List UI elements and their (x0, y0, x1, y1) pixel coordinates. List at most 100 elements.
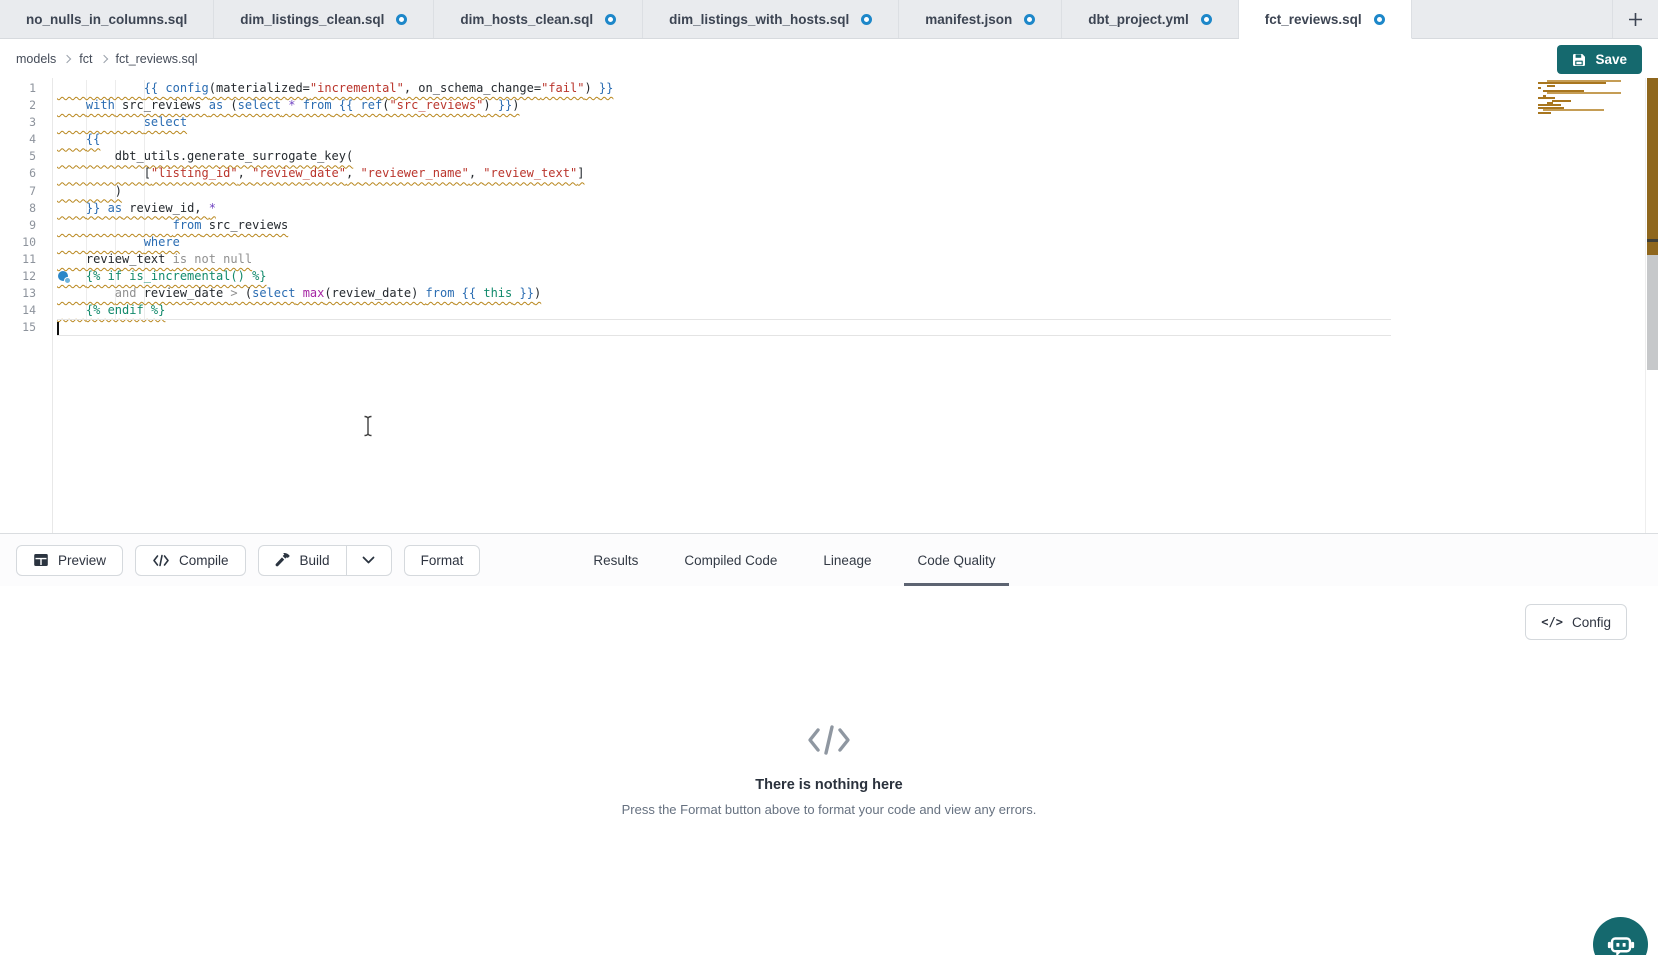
code-line[interactable]: 8 }} as review_id, * (0, 200, 1391, 217)
quick-fix-icon[interactable] (58, 271, 71, 284)
code-line-content: ["listing_id", "review_date", "reviewer_… (57, 165, 1391, 182)
scrollbar-position-mark (1647, 239, 1658, 242)
save-floppy-icon (1572, 53, 1586, 67)
minimap-line (1538, 104, 1561, 106)
panel-tab-code-quality[interactable]: Code Quality (894, 534, 1018, 586)
format-button[interactable]: Format (404, 545, 481, 576)
config-button[interactable]: </> Config (1525, 604, 1627, 640)
editor-tab[interactable]: no_nulls_in_columns.sql (0, 0, 214, 38)
code-line[interactable]: 11 review_text is not null (0, 251, 1391, 268)
line-number: 10 (0, 234, 36, 251)
panel-tab-label: Lineage (823, 553, 871, 568)
minimap[interactable] (1533, 80, 1645, 118)
panel-tab-label: Compiled Code (684, 553, 777, 568)
line-number: 5 (0, 148, 36, 165)
minimap-line (1538, 97, 1555, 99)
panel-tab-label: Results (593, 553, 638, 568)
chevron-right-icon (63, 54, 71, 62)
line-number: 4 (0, 131, 36, 148)
editor-tab[interactable]: fct_reviews.sql (1239, 0, 1412, 39)
dbt-cloud-ide: no_nulls_in_columns.sql dim_listings_clea… (0, 0, 1658, 955)
line-number: 7 (0, 183, 36, 200)
save-button[interactable]: Save (1557, 45, 1642, 74)
code-line-content: and review_date > (select max(review_dat… (57, 285, 1391, 302)
code-line[interactable]: 14 {% endif %} (0, 302, 1391, 319)
tab-label: dim_listings_with_hosts.sql (669, 12, 849, 27)
build-button[interactable]: Build (259, 546, 347, 575)
editor-tab[interactable]: dim_listings_clean.sql (214, 0, 434, 38)
editor-tab[interactable]: manifest.json (899, 0, 1062, 38)
code-line[interactable]: 10 where (0, 234, 1391, 251)
code-line-content: {% endif %} (57, 302, 1391, 319)
code-line-content: with src_reviews as (select * from {{ re… (57, 97, 1391, 114)
file-header-bar: models fct fct_reviews.sql Save (0, 39, 1658, 78)
build-options-dropdown[interactable] (347, 546, 391, 575)
code-icon: </> (1541, 615, 1563, 629)
line-number: 11 (0, 251, 36, 268)
line-number: 1 (0, 80, 36, 97)
tab-label: dbt_project.yml (1088, 12, 1189, 27)
minimap-line (1538, 87, 1541, 89)
config-button-label: Config (1572, 615, 1611, 630)
unsaved-changes-dot (396, 14, 407, 25)
code-line[interactable]: 9 from src_reviews (0, 217, 1391, 234)
empty-state: There is nothing here Press the Format b… (0, 724, 1658, 817)
code-line-content (57, 319, 1391, 336)
code-line-content: {{ (57, 131, 1391, 148)
code-line[interactable]: 7 ) (0, 183, 1391, 200)
code-line[interactable]: 5 dbt_utils.generate_surrogate_key( (0, 148, 1391, 165)
compile-button[interactable]: Compile (135, 545, 246, 576)
code-line[interactable]: 13 and review_date > (select max(review_… (0, 285, 1391, 302)
preview-button[interactable]: Preview (16, 545, 123, 576)
editor-tab[interactable]: dim_listings_with_hosts.sql (643, 0, 899, 38)
tab-bar-spacer (1412, 0, 1612, 38)
editor-tab[interactable]: dim_hosts_clean.sql (434, 0, 643, 38)
new-tab-button[interactable] (1612, 0, 1658, 38)
breadcrumb-segment-models: models (16, 52, 56, 66)
table-icon (33, 552, 49, 568)
code-line[interactable]: 15 (0, 319, 1391, 336)
save-button-label: Save (1595, 52, 1627, 67)
code-line-content: }} as review_id, * (57, 200, 1391, 217)
minimap-line (1538, 82, 1606, 84)
code-line-content: where (57, 234, 1391, 251)
line-number: 9 (0, 217, 36, 234)
line-number: 8 (0, 200, 36, 217)
panel-tab-results[interactable]: Results (570, 534, 661, 586)
editor-scrollbar[interactable] (1645, 78, 1658, 533)
editor-tab-bar: no_nulls_in_columns.sql dim_listings_clea… (0, 0, 1658, 39)
panel-tab-compiled-code[interactable]: Compiled Code (661, 534, 800, 586)
panel-tab-lineage[interactable]: Lineage (800, 534, 894, 586)
line-number: 6 (0, 165, 36, 182)
scrollbar-warning-band (1647, 78, 1658, 255)
code-line-content: ) (57, 183, 1391, 200)
unsaved-changes-dot (1024, 14, 1035, 25)
robot-chat-icon (1606, 930, 1636, 955)
line-number: 3 (0, 114, 36, 131)
code-line[interactable]: 4 {{ (0, 131, 1391, 148)
code-editor[interactable]: 1 {{ config(materialized="incremental", … (0, 78, 1658, 533)
text-caret (57, 322, 59, 335)
tab-label: no_nulls_in_columns.sql (26, 12, 187, 27)
code-line[interactable]: 12 {% if is_incremental() %} (0, 268, 1391, 285)
code-line-content: review_text is not null (57, 251, 1391, 268)
code-icon (152, 554, 170, 567)
code-line[interactable]: 6 ["listing_id", "review_date", "reviewe… (0, 165, 1391, 182)
unsaved-changes-dot (1201, 14, 1212, 25)
line-number: 13 (0, 285, 36, 302)
panel-tab-label: Code Quality (917, 553, 995, 568)
unsaved-changes-dot (861, 14, 872, 25)
code-line[interactable]: 2 with src_reviews as (select * from {{ … (0, 97, 1391, 114)
empty-state-title: There is nothing here (0, 777, 1658, 793)
code-line[interactable]: 1 {{ config(materialized="incremental", … (0, 80, 1391, 97)
action-toolbar: Preview Compile Build Format (0, 533, 1658, 586)
tab-label: dim_listings_clean.sql (240, 12, 384, 27)
editor-tab[interactable]: dbt_project.yml (1062, 0, 1239, 38)
line-number: 12 (0, 268, 36, 285)
build-button-label: Build (300, 553, 330, 568)
line-number: 2 (0, 97, 36, 114)
minimap-line (1538, 112, 1551, 114)
code-line-content: {% if is_incremental() %} (57, 268, 1391, 285)
tab-label: fct_reviews.sql (1265, 12, 1362, 27)
code-line[interactable]: 3 select (0, 114, 1391, 131)
